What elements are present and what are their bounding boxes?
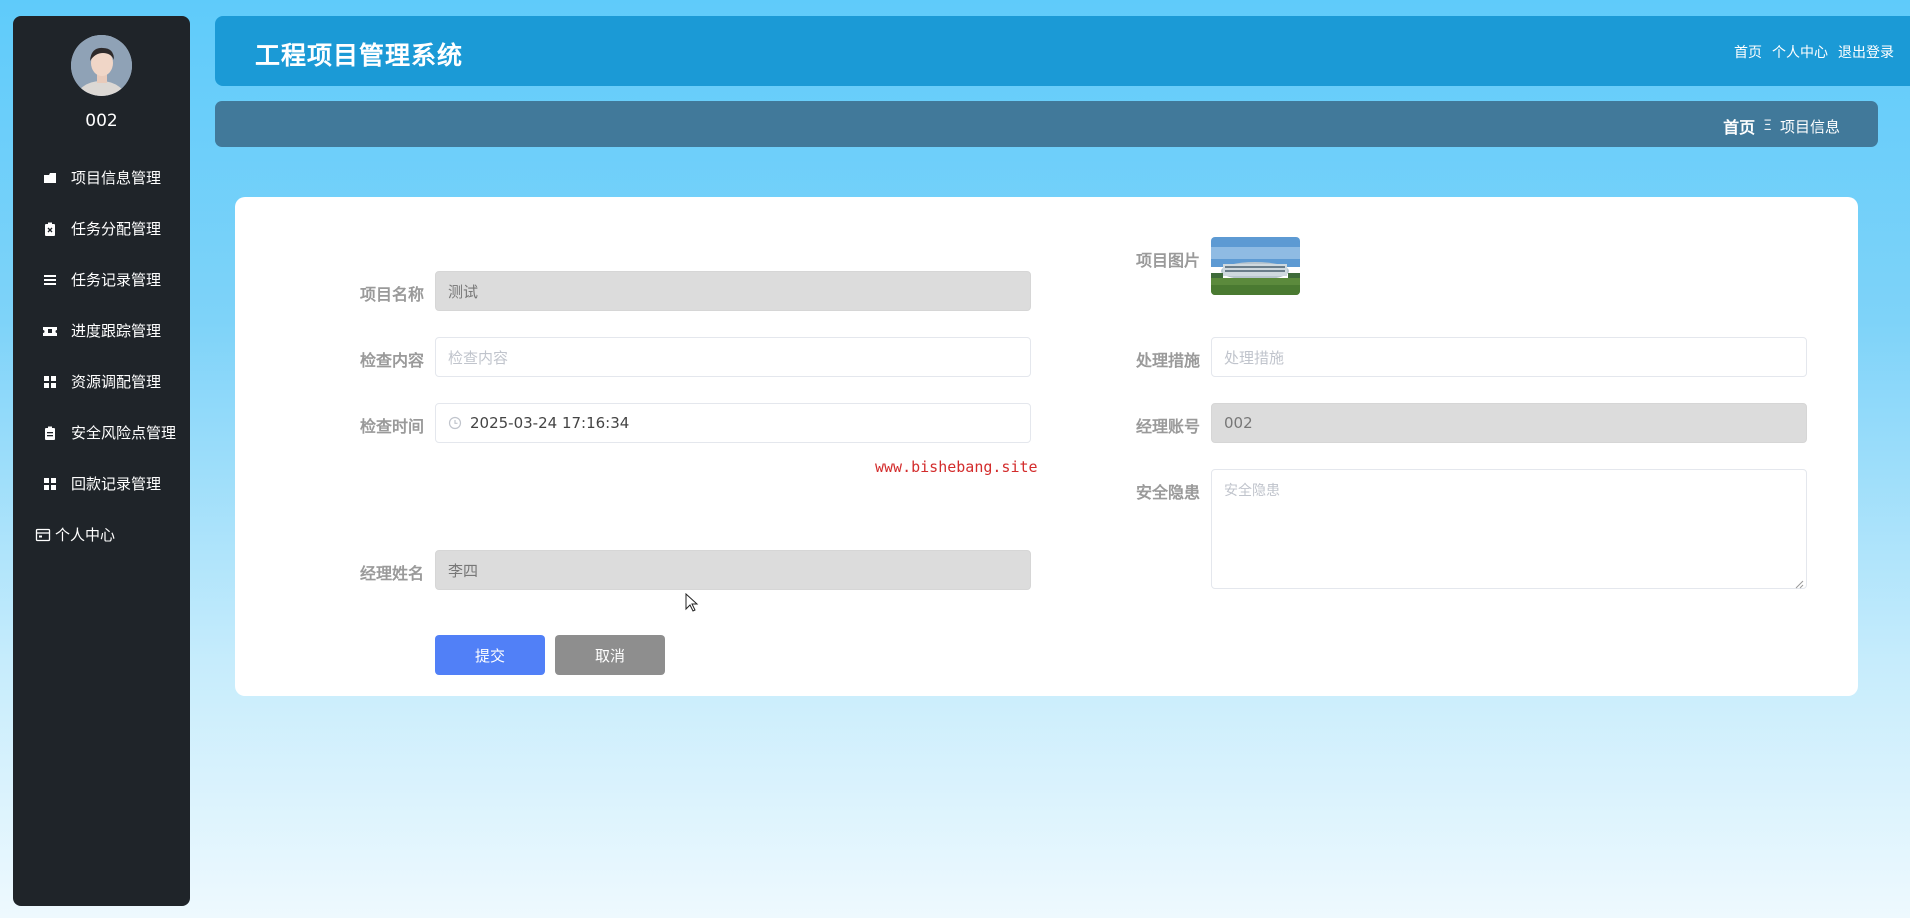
measures-field[interactable]: 处理措施 — [1211, 337, 1807, 377]
ticket-icon — [43, 324, 57, 338]
sidebar-item-progress[interactable]: 进度跟踪管理 — [13, 305, 190, 356]
grid-icon — [43, 477, 57, 491]
project-image[interactable] — [1211, 237, 1300, 295]
sidebar-item-label: 资源调配管理 — [71, 373, 162, 391]
manager-account-label: 经理账号 — [1136, 417, 1201, 436]
breadcrumb-separator: Ξ — [1763, 118, 1772, 134]
manager-name-field: 李四 — [435, 550, 1031, 590]
list-icon — [43, 273, 57, 287]
manager-name-value: 李四 — [448, 561, 479, 580]
sidebar-item-personal-center[interactable]: 个人中心 — [13, 509, 190, 560]
grid-icon — [43, 375, 57, 389]
sidebar-item-label: 任务记录管理 — [71, 271, 162, 289]
submit-button[interactable]: 提交 — [435, 635, 545, 675]
home-link[interactable]: 首页 — [1734, 42, 1762, 62]
check-time-label: 检查时间 — [360, 417, 425, 436]
check-content-placeholder: 检查内容 — [448, 348, 509, 367]
app-title: 工程项目管理系统 — [255, 41, 464, 70]
mouse-cursor-icon — [685, 593, 699, 613]
sidebar-item-label: 安全风险点管理 — [71, 424, 177, 442]
personal-center-link[interactable]: 个人中心 — [1772, 42, 1828, 62]
avatar[interactable] — [71, 35, 132, 96]
avatar-image — [71, 35, 132, 96]
sidebar-item-task-record[interactable]: 任务记录管理 — [13, 254, 190, 305]
sidebar-item-label: 回款记录管理 — [71, 475, 162, 493]
sidebar-item-label: 项目信息管理 — [71, 169, 162, 187]
hazard-textarea[interactable]: 安全隐患 — [1211, 469, 1807, 589]
check-content-label: 检查内容 — [360, 351, 425, 370]
check-time-picker[interactable]: 2025-03-24 17:16:34 — [435, 403, 1031, 443]
cancel-button[interactable]: 取消 — [555, 635, 665, 675]
breadcrumb-bar: 首页 Ξ 项目信息 — [215, 101, 1878, 147]
resize-handle-icon[interactable] — [1795, 577, 1804, 589]
clipboard-icon — [43, 222, 57, 236]
breadcrumb-home[interactable]: 首页 — [1723, 114, 1755, 138]
sidebar-item-label: 进度跟踪管理 — [71, 322, 162, 340]
watermark-text: www.bishebang.site — [875, 458, 1038, 476]
sidebar-item-resource[interactable]: 资源调配管理 — [13, 356, 190, 407]
project-name-label: 项目名称 — [360, 285, 425, 304]
manager-account-value: 002 — [1224, 414, 1253, 432]
breadcrumb-current: 项目信息 — [1779, 117, 1840, 136]
top-header: 工程项目管理系统 首页 个人中心 退出登录 — [215, 16, 1910, 86]
sidebar-item-safety-risk[interactable]: 安全风险点管理 — [13, 407, 190, 458]
measures-label: 处理措施 — [1136, 351, 1201, 370]
project-name-value: 测试 — [448, 282, 479, 301]
form-card: 项目名称 测试 检查内容 检查内容 检查时间 2025-03-24 17:16:… — [235, 197, 1858, 696]
measures-placeholder: 处理措施 — [1224, 348, 1285, 367]
manager-account-field: 002 — [1211, 403, 1807, 443]
logout-link[interactable]: 退出登录 — [1838, 42, 1894, 62]
check-time-value: 2025-03-24 17:16:34 — [470, 414, 630, 432]
sidebar-item-payment[interactable]: 回款记录管理 — [13, 458, 190, 509]
sidebar-menu: 项目信息管理 任务分配管理 任务记录管理 进度跟踪管理 资源调配管理 安全风险点… — [13, 152, 190, 560]
sidebar-item-task-assign[interactable]: 任务分配管理 — [13, 203, 190, 254]
project-image-label: 项目图片 — [1136, 251, 1201, 270]
breadcrumb: 首页 Ξ 项目信息 — [1723, 114, 1840, 138]
sidebar: 002 项目信息管理 任务分配管理 任务记录管理 进度跟踪管理 资源调配管理 安… — [13, 16, 190, 906]
username: 002 — [85, 111, 118, 131]
sidebar-item-label: 任务分配管理 — [71, 220, 162, 238]
manager-name-label: 经理姓名 — [360, 564, 425, 583]
folder-icon — [43, 171, 57, 185]
clipboard-icon — [43, 426, 57, 440]
hazard-label: 安全隐患 — [1136, 483, 1201, 502]
sidebar-item-project-info[interactable]: 项目信息管理 — [13, 152, 190, 203]
calendar-icon — [35, 527, 51, 543]
hazard-placeholder: 安全隐患 — [1224, 483, 1280, 499]
header-links: 首页 个人中心 退出登录 — [1734, 42, 1894, 62]
project-name-field: 测试 — [435, 271, 1031, 311]
check-content-field[interactable]: 检查内容 — [435, 337, 1031, 377]
clock-icon — [448, 416, 462, 430]
sidebar-item-label: 个人中心 — [55, 526, 116, 544]
